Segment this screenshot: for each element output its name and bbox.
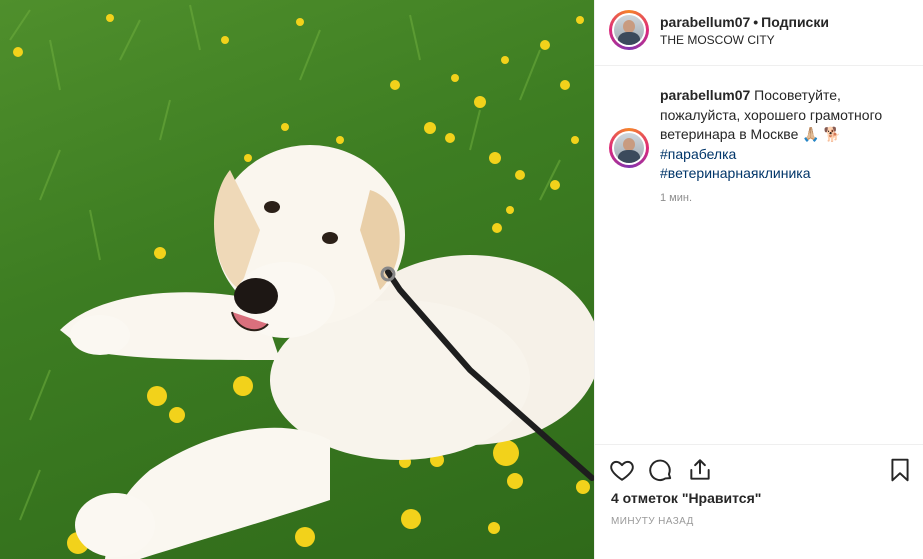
- separator: •: [753, 14, 759, 30]
- share-icon[interactable]: [687, 457, 715, 485]
- hashtag-link[interactable]: #парабелка: [660, 145, 914, 165]
- caption-text: parabellum07 Посоветуйте, пожалуйста, хо…: [660, 86, 914, 184]
- caption-avatar[interactable]: [609, 128, 649, 168]
- bookmark-icon[interactable]: [887, 457, 915, 485]
- post-header: parabellum07 • Подписки THE MOSCOW CITY: [595, 0, 923, 66]
- location-link[interactable]: THE MOSCOW CITY: [660, 33, 829, 47]
- dog-photo-illustration: [9, 4, 594, 559]
- post-sidebar: parabellum07 • Подписки THE MOSCOW CITY pa…: [594, 0, 923, 559]
- avatar[interactable]: [609, 10, 649, 50]
- post-actions: 4 отметок "Нравится" МИНУТУ НАЗАД: [595, 444, 923, 559]
- instagram-post: parabellum07 • Подписки THE MOSCOW CITY pa…: [0, 0, 923, 559]
- caption-username-link[interactable]: parabellum07: [660, 87, 750, 103]
- comment-icon[interactable]: [648, 457, 676, 485]
- hashtag-link[interactable]: #ветеринарнаяклиника: [660, 164, 914, 184]
- post-timestamp: МИНУТУ НАЗАД: [611, 516, 694, 527]
- username-link[interactable]: parabellum07: [660, 14, 750, 30]
- heart-icon[interactable]: [609, 457, 637, 485]
- caption-time[interactable]: 1 мин.: [660, 192, 692, 204]
- action-icons: [609, 457, 915, 485]
- follow-status-button[interactable]: Подписки: [761, 14, 829, 30]
- likes-count[interactable]: 4 отметок "Нравится": [611, 490, 761, 506]
- header-text: parabellum07 • Подписки THE MOSCOW CITY: [660, 14, 829, 47]
- post-photo[interactable]: [0, 0, 594, 559]
